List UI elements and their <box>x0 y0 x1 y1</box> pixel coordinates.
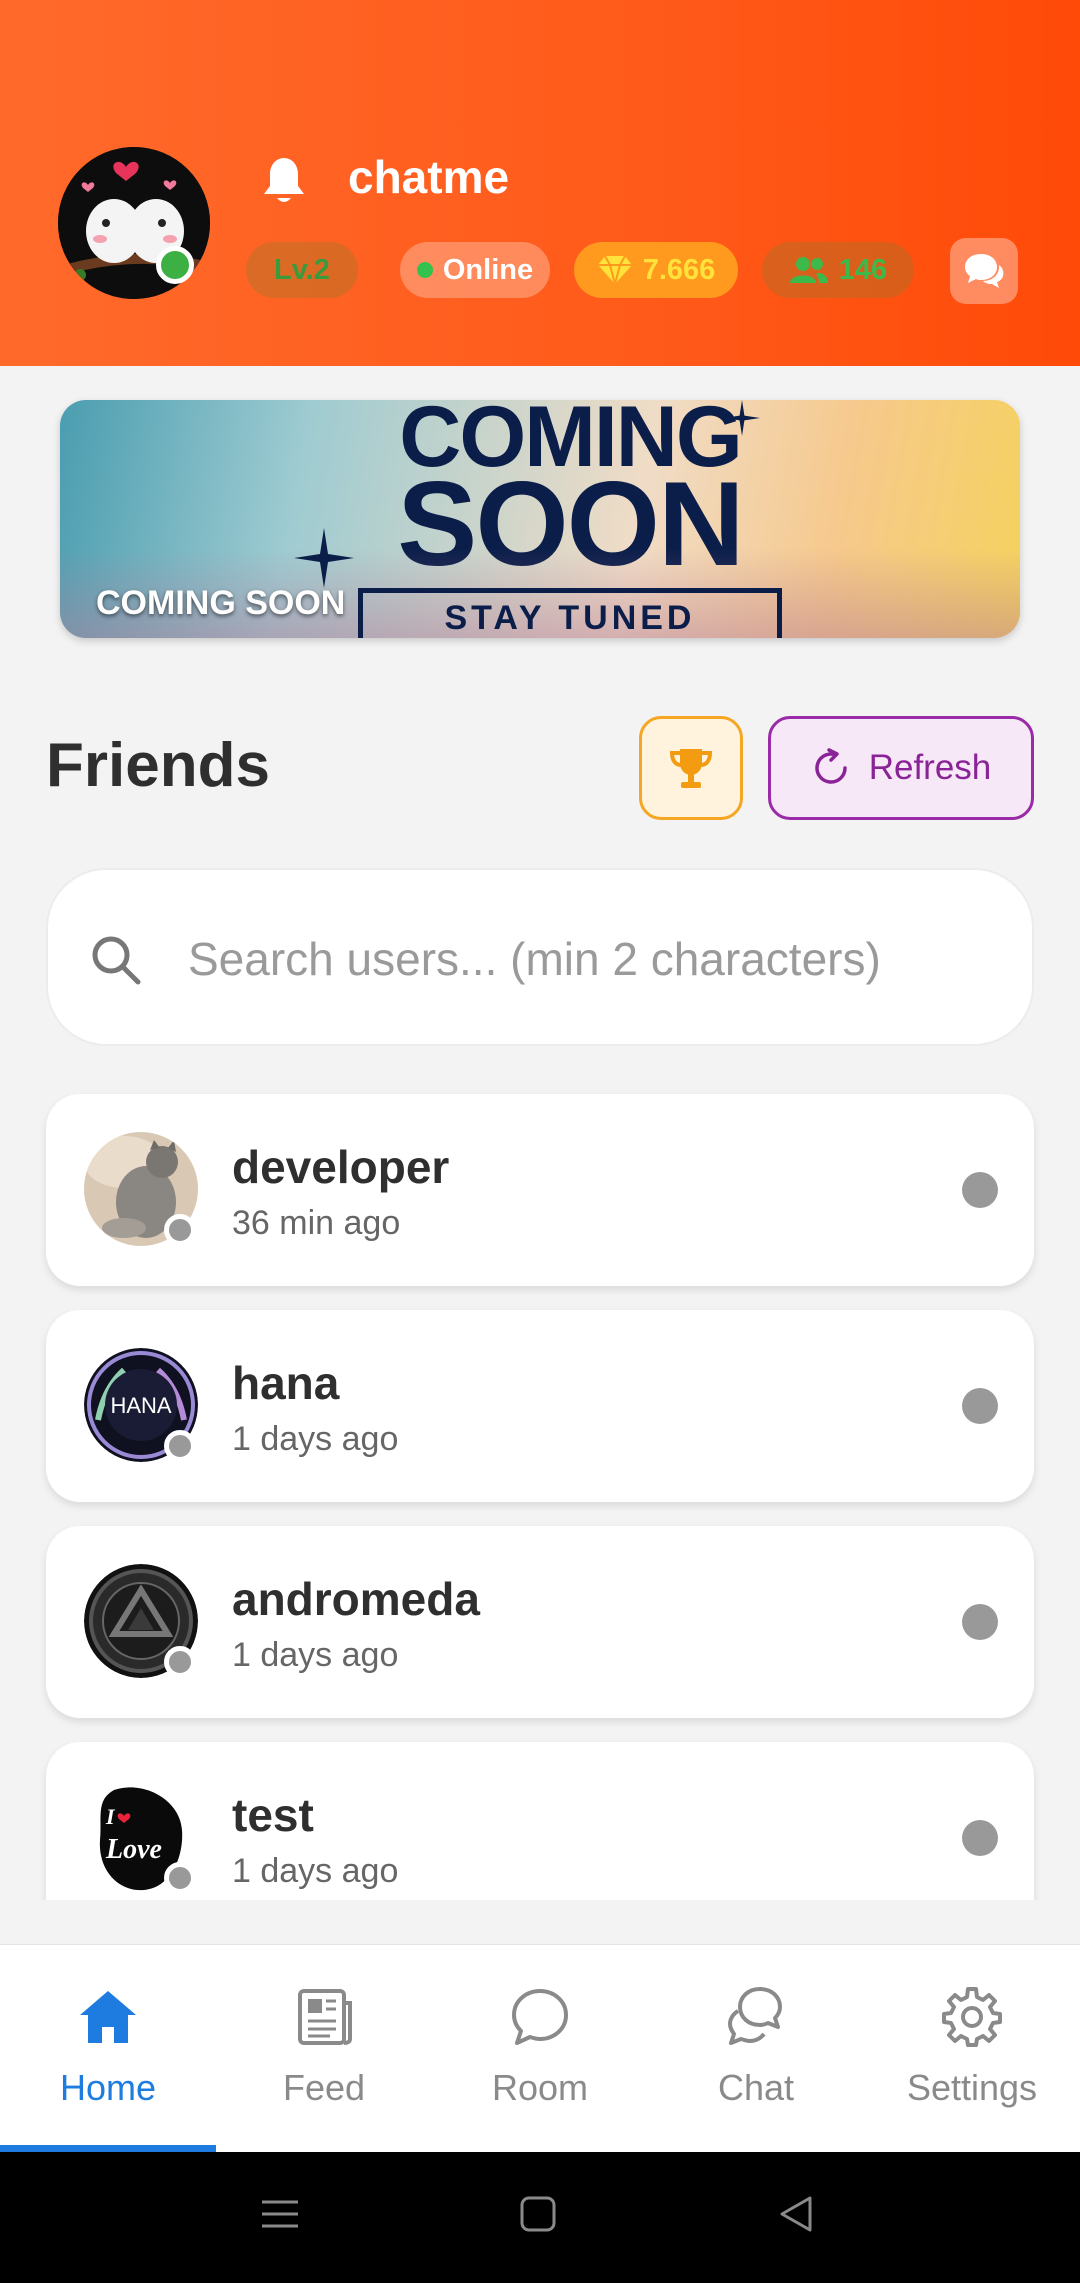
feed-icon <box>298 1989 352 2045</box>
friend-row[interactable]: I Love test 1 days ago <box>46 1742 1034 1900</box>
chat-icon <box>728 1987 782 2045</box>
banner-tagline: STAY TUNED <box>358 588 782 638</box>
friend-name: andromeda <box>232 1573 480 1625</box>
leaderboard-button[interactable] <box>639 716 743 820</box>
friend-name: hana <box>232 1357 340 1409</box>
presence-indicator <box>962 1172 998 1208</box>
avatar-text: HANA <box>110 1393 171 1418</box>
nav-label: Chat <box>717 2067 795 2108</box>
banner-caption: COMING SOON <box>96 584 346 622</box>
nav-feed[interactable]: Feed <box>216 1945 432 2153</box>
search-icon <box>92 936 141 985</box>
promo-banner[interactable]: COMING SOON STAY TUNED COMING SOON <box>60 400 1020 638</box>
system-navigation-bar <box>0 2152 1080 2283</box>
nav-chat[interactable]: Chat <box>648 1945 864 2153</box>
bell-icon[interactable] <box>262 156 306 206</box>
nav-settings[interactable]: Settings <box>864 1945 1080 2153</box>
nav-home[interactable]: Home <box>0 1945 216 2153</box>
online-dot-icon <box>416 262 433 278</box>
friend-last-seen: 1 days ago <box>232 1420 399 1458</box>
offline-status-dot <box>164 1862 196 1894</box>
nav-label: Room <box>491 2067 589 2108</box>
offline-status-dot <box>164 1214 196 1246</box>
people-icon <box>789 257 828 283</box>
gear-icon <box>942 1987 1002 2047</box>
level-label: Lv.2 <box>274 253 330 286</box>
friend-name: test <box>232 1789 314 1841</box>
friends-count-value: 146 <box>838 253 888 286</box>
back-icon[interactable] <box>774 2192 818 2236</box>
section-title: Friends <box>46 731 270 800</box>
offline-status-dot <box>164 1430 196 1462</box>
status-badge[interactable]: Online <box>400 242 550 298</box>
chat-bubbles-icon <box>965 254 1004 288</box>
search-bar[interactable] <box>46 868 1034 1046</box>
presence-indicator <box>962 1388 998 1424</box>
messages-button[interactable] <box>950 238 1018 304</box>
home-icon <box>80 1991 136 2043</box>
friend-row[interactable]: HANA hana 1 days ago <box>46 1310 1034 1502</box>
offline-status-dot <box>164 1646 196 1678</box>
level-badge: Lv.2 <box>246 242 358 298</box>
sparkle-icon <box>724 400 760 436</box>
avatar-text: Love <box>105 1834 162 1865</box>
refresh-icon <box>815 748 847 784</box>
diamond-icon <box>597 255 632 286</box>
friend-list: developer 36 min ago HANA hana 1 days ag… <box>0 1090 1080 1900</box>
nav-room[interactable]: Room <box>432 1945 648 2153</box>
refresh-label: Refresh <box>868 748 992 787</box>
banner-headline-bottom: SOON <box>397 457 744 591</box>
presence-indicator <box>962 1604 998 1640</box>
gems-badge[interactable]: 7.666 <box>574 242 738 298</box>
profile-header: chatme Lv.2 Online 7.666 146 <box>0 0 1080 366</box>
room-icon <box>512 1989 568 2045</box>
nav-label: Settings <box>906 2067 1038 2108</box>
gems-value: 7.666 <box>642 253 716 286</box>
sparkle-icon <box>294 528 354 588</box>
friend-last-seen: 1 days ago <box>232 1636 399 1674</box>
search-input[interactable] <box>186 920 990 998</box>
home-system-icon[interactable] <box>516 2192 560 2236</box>
friend-name: developer <box>232 1141 450 1193</box>
status-label: Online <box>442 253 534 286</box>
online-status-dot <box>156 246 194 284</box>
nav-label: Feed <box>282 2067 366 2108</box>
friend-row[interactable]: andromeda 1 days ago <box>46 1526 1034 1718</box>
friend-last-seen: 1 days ago <box>232 1852 399 1890</box>
bottom-navigation: Home Feed Room Chat Settings <box>0 1944 1080 2153</box>
username: chatme <box>348 151 510 203</box>
friends-count-badge[interactable]: 146 <box>762 242 914 298</box>
recent-apps-icon[interactable] <box>258 2192 302 2236</box>
svg-text:I: I <box>105 1804 116 1829</box>
friend-last-seen: 36 min ago <box>232 1204 401 1242</box>
nav-label: Home <box>59 2067 157 2108</box>
presence-indicator <box>962 1820 998 1856</box>
refresh-button[interactable]: Refresh <box>768 716 1034 820</box>
friend-row[interactable]: developer 36 min ago <box>46 1094 1034 1286</box>
trophy-icon <box>669 749 713 788</box>
